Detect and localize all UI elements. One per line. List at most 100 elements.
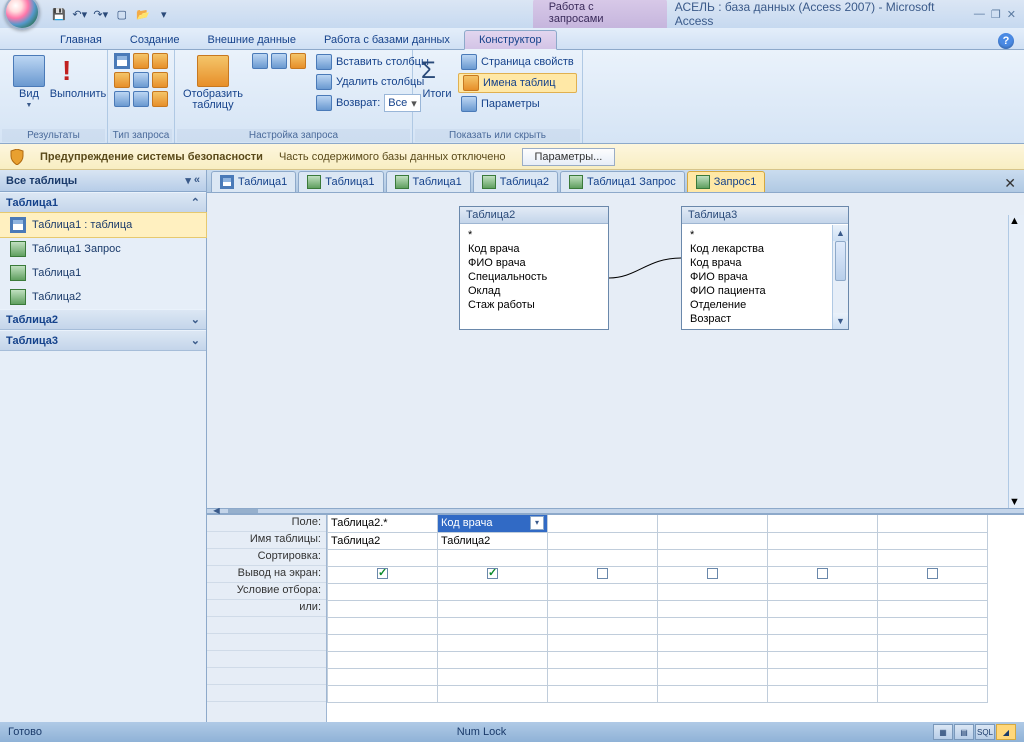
qbe-cell[interactable] [548, 600, 658, 617]
table-field-list[interactable]: Таблица2*Код врачаФИО врачаСпециальность… [459, 206, 609, 330]
tab-database-tools[interactable]: Работа с базами данных [310, 31, 464, 49]
nav-item[interactable]: Таблица2 [0, 285, 206, 309]
tab-design[interactable]: Конструктор [464, 30, 557, 50]
view-button[interactable]: Вид ▼ [6, 53, 52, 111]
crosstab-icon[interactable] [133, 72, 149, 88]
qbe-cell[interactable] [878, 600, 988, 617]
pivot-view-icon[interactable]: ▤ [954, 724, 974, 740]
qbe-cell[interactable] [328, 566, 438, 583]
document-tab[interactable]: Таблица1 [298, 171, 383, 192]
qbe-cell[interactable]: Таблица2.* [328, 515, 438, 532]
qbe-cell[interactable] [658, 549, 768, 566]
qbe-columns[interactable]: Таблица2.*Код врача▾Таблица2Таблица2 [327, 515, 1024, 722]
field-item[interactable]: Код лекарства [690, 242, 830, 256]
qbe-cell[interactable] [878, 515, 988, 532]
qbe-cell[interactable] [768, 566, 878, 583]
parameters-button[interactable]: Параметры [458, 95, 577, 113]
qbe-cell[interactable] [548, 583, 658, 600]
totals-button[interactable]: Σ Итоги [419, 53, 455, 102]
vertical-scrollbar[interactable]: ▲ ▼ [1008, 215, 1024, 508]
qbe-cell[interactable] [438, 600, 548, 617]
chevron-down-icon[interactable]: ▾ [530, 516, 544, 530]
restore-icon[interactable]: ❐ [991, 8, 1001, 21]
update-icon[interactable] [114, 72, 130, 88]
nav-header[interactable]: Все таблицы ▾« [0, 170, 206, 192]
undo-icon[interactable]: ↶▾ [71, 5, 89, 23]
nav-group-header[interactable]: Таблица2⌄ [0, 309, 206, 330]
qbe-cell[interactable] [658, 600, 768, 617]
qbe-cell[interactable]: Таблица2 [328, 532, 438, 549]
document-tab[interactable]: Запрос1 [687, 171, 766, 192]
new-icon[interactable]: ▢ [113, 5, 131, 23]
union-icon[interactable] [114, 91, 130, 107]
close-tab-icon[interactable]: ✕ [996, 175, 1024, 192]
scroll-up-icon[interactable]: ▲ [1009, 215, 1024, 227]
table-names-button[interactable]: Имена таблиц [458, 73, 577, 93]
checkbox[interactable] [817, 568, 828, 579]
field-item[interactable]: ФИО врача [690, 270, 830, 284]
nav-group-header[interactable]: Таблица3⌄ [0, 330, 206, 351]
document-tab[interactable]: Таблица1 [386, 171, 471, 192]
document-tab[interactable]: Таблица1 Запрос [560, 171, 685, 192]
checkbox[interactable] [597, 568, 608, 579]
qbe-cell[interactable] [658, 515, 768, 532]
qbe-cell[interactable] [548, 532, 658, 549]
checkbox[interactable] [377, 568, 388, 579]
sql-view-icon[interactable]: SQL [975, 724, 995, 740]
tab-create[interactable]: Создание [116, 31, 194, 49]
help-icon[interactable]: ? [998, 33, 1014, 49]
insert-rows-icon[interactable] [252, 53, 268, 69]
qbe-cell[interactable] [768, 515, 878, 532]
office-button[interactable] [4, 0, 40, 30]
qbe-cell[interactable] [878, 566, 988, 583]
make-table-icon[interactable] [133, 53, 149, 69]
data-definition-icon[interactable] [152, 91, 168, 107]
scrollbar[interactable]: ▲▼ [832, 225, 848, 329]
field-item[interactable]: Код врача [690, 256, 830, 270]
field-item[interactable]: Отделение [690, 298, 830, 312]
document-tab[interactable]: Таблица2 [473, 171, 558, 192]
field-item[interactable]: Возраст [690, 312, 830, 326]
qbe-cell[interactable] [658, 566, 768, 583]
qbe-cell[interactable] [328, 600, 438, 617]
table-title[interactable]: Таблица2 [460, 207, 608, 224]
qbe-cell[interactable] [878, 532, 988, 549]
field-item[interactable]: ФИО пациента [690, 284, 830, 298]
minimize-icon[interactable]: — [974, 8, 985, 21]
property-sheet-button[interactable]: Страница свойств [458, 53, 577, 71]
field-item[interactable]: Код врача [468, 242, 600, 256]
delete-query-icon[interactable] [152, 72, 168, 88]
delete-rows-icon[interactable] [271, 53, 287, 69]
qbe-cell[interactable] [548, 566, 658, 583]
field-item[interactable]: ФИО врача [468, 256, 600, 270]
qbe-cell[interactable] [658, 583, 768, 600]
nav-item[interactable]: Таблица1 Запрос [0, 237, 206, 261]
nav-item[interactable]: Таблица1 : таблица [0, 212, 207, 238]
checkbox[interactable] [487, 568, 498, 579]
show-table-button[interactable]: Отобразить таблицу [181, 53, 245, 113]
qbe-cell[interactable] [878, 549, 988, 566]
qbe-cell[interactable] [548, 515, 658, 532]
qbe-cell[interactable]: Таблица2 [438, 532, 548, 549]
nav-item[interactable]: Таблица1 [0, 261, 206, 285]
field-item[interactable]: * [690, 228, 830, 242]
design-view-icon[interactable]: ◢ [996, 724, 1016, 740]
datasheet-view-icon[interactable]: ▦ [933, 724, 953, 740]
scroll-down-icon[interactable]: ▼ [1009, 496, 1024, 508]
nav-group-header[interactable]: Таблица1⌃ [0, 192, 206, 213]
checkbox[interactable] [927, 568, 938, 579]
qbe-cell[interactable] [768, 600, 878, 617]
save-icon[interactable]: 💾 [50, 5, 68, 23]
qbe-cell[interactable]: Код врача▾ [438, 515, 548, 532]
qbe-cell[interactable] [328, 549, 438, 566]
chevron-down-icon[interactable]: ▾ [185, 174, 191, 187]
passthrough-icon[interactable] [133, 91, 149, 107]
append-icon[interactable] [152, 53, 168, 69]
open-icon[interactable]: 📂 [134, 5, 152, 23]
field-item[interactable]: Оклад [468, 284, 600, 298]
tab-home[interactable]: Главная [46, 31, 116, 49]
close-icon[interactable]: ✕ [1007, 8, 1016, 21]
collapse-pane-icon[interactable]: « [194, 174, 200, 187]
qbe-cell[interactable] [438, 566, 548, 583]
qbe-cell[interactable] [768, 532, 878, 549]
